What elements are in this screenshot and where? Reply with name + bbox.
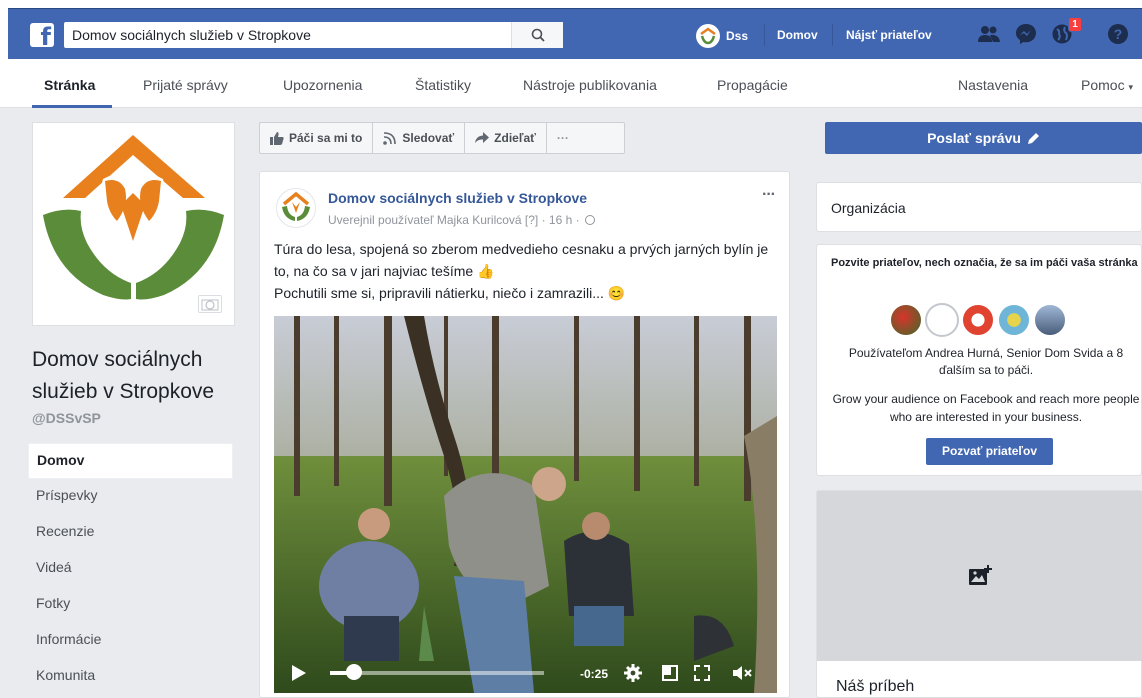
post-meta-text: Uverejnil používateľ Majka Kurilcová [?]…: [328, 213, 580, 227]
post-text-line: Pochutili sme si, pripravili nátierku, n…: [274, 285, 626, 301]
story-title: Náš príbeh: [836, 678, 915, 695]
picture-in-picture-icon[interactable]: [662, 665, 678, 681]
send-message-label: Poslať správu: [927, 130, 1021, 146]
profile-picture[interactable]: [32, 122, 235, 326]
share-button[interactable]: Zdieľať: [465, 123, 547, 153]
liked-by-text: Používateľom Andrea Hurná, Senior Dom Sv…: [848, 346, 1124, 377]
nav-divider: [764, 24, 765, 46]
nav-user-name: Dss: [726, 29, 749, 43]
fullscreen-icon[interactable]: [694, 665, 710, 681]
nav-profile-link[interactable]: Dss: [696, 24, 748, 48]
share-label: Zdieľať: [494, 131, 536, 145]
sidebar-item-community[interactable]: Komunita: [28, 659, 233, 695]
svg-text:?: ?: [1114, 26, 1123, 42]
video-progress-track[interactable]: [330, 671, 544, 675]
camera-icon[interactable]: [198, 295, 222, 313]
help-icon[interactable]: ?: [1106, 22, 1130, 46]
avatar: [696, 24, 720, 48]
video-scrubber-handle[interactable]: [345, 664, 362, 680]
thumbs-up-icon: [270, 131, 284, 145]
sidebar-item-reviews[interactable]: Recenzie: [28, 515, 233, 551]
sidebar-item-home[interactable]: Domov: [28, 443, 233, 479]
top-bar: f Dss Domov Nájsť priateľov 1 ?: [0, 0, 1142, 66]
story-card: Náš príbeh: [816, 490, 1142, 698]
add-story-photo-area[interactable]: [817, 491, 1142, 661]
avatar[interactable]: [961, 303, 995, 337]
post-card: Domov sociálnych služieb v Stropkove Uve…: [259, 171, 790, 698]
invite-friends-button[interactable]: Pozvať priateľov: [926, 438, 1053, 465]
post-author-link[interactable]: Domov sociálnych služieb v Stropkove: [328, 190, 587, 206]
tab-insights[interactable]: Štatistiky: [415, 77, 471, 93]
video-controls: -0:25: [274, 653, 777, 693]
search-button[interactable]: [511, 22, 563, 48]
avatar[interactable]: [1033, 303, 1067, 337]
friend-requests-icon[interactable]: [977, 22, 1001, 46]
send-message-button[interactable]: Poslať správu: [825, 122, 1142, 154]
sidebar-nav: Domov Príspevky Recenzie Videá Fotky Inf…: [28, 443, 233, 695]
follow-label: Sledovať: [402, 131, 455, 145]
tab-help[interactable]: Pomoc ▾: [1081, 77, 1133, 93]
facebook-logo-icon[interactable]: f: [30, 23, 54, 47]
tab-settings[interactable]: Nastavenia: [958, 77, 1028, 93]
more-actions-button[interactable]: ···: [547, 123, 579, 153]
tab-promotions[interactable]: Propagácie: [717, 77, 788, 93]
avatar[interactable]: [997, 303, 1031, 337]
messenger-icon[interactable]: [1014, 22, 1038, 46]
sidebar-item-videos[interactable]: Videá: [28, 551, 233, 587]
nav-find-friends-link[interactable]: Nájsť priateľov: [846, 28, 932, 42]
search-icon: [531, 28, 545, 42]
avatar[interactable]: [925, 303, 959, 337]
avatar[interactable]: [889, 303, 923, 337]
tab-help-label: Pomoc: [1081, 77, 1125, 93]
post-meta: Uverejnil používateľ Majka Kurilcová [?]…: [328, 213, 595, 227]
left-column: Domov sociálnych služieb v Stropkove @DS…: [20, 108, 246, 698]
volume-muted-icon[interactable]: [732, 665, 752, 681]
play-icon[interactable]: [292, 665, 306, 681]
page-tabs: Stránka Prijaté správy Upozornenia Štati…: [0, 66, 1142, 108]
sidebar-item-posts[interactable]: Príspevky: [28, 479, 233, 515]
pencil-icon: [1027, 132, 1039, 144]
sidebar-item-about[interactable]: Informácie: [28, 623, 233, 659]
video-frame-image: [274, 316, 777, 693]
invite-friends-card: Pozvite priateľov, nech označia, že sa i…: [816, 244, 1142, 476]
page-title: Domov sociálnych služieb v Stropkove: [32, 348, 215, 403]
follow-feed-icon: [383, 131, 397, 145]
search-input[interactable]: [72, 25, 512, 45]
tab-inbox[interactable]: Prijaté správy: [143, 77, 228, 93]
tab-publishing-tools[interactable]: Nástroje publikovania: [523, 77, 657, 93]
search-box[interactable]: [64, 22, 563, 48]
more-dots-icon: ···: [556, 131, 569, 145]
post-options-button[interactable]: ···: [762, 186, 776, 204]
organization-category[interactable]: Organizácia: [831, 200, 906, 216]
notification-badge: 1: [1068, 17, 1082, 32]
organization-card: Organizácia: [816, 182, 1142, 232]
like-button[interactable]: Páči sa mi to: [260, 123, 374, 153]
post-text-line: Túra do lesa, spojená so zberom medvedie…: [274, 241, 769, 279]
share-arrow-icon: [475, 132, 490, 143]
video-time-remaining: -0:25: [580, 667, 609, 681]
nav-home-link[interactable]: Domov: [777, 28, 818, 42]
like-label: Páči sa mi to: [289, 131, 363, 145]
tab-notifications[interactable]: Upozornenia: [283, 77, 362, 93]
tab-page[interactable]: Stránka: [44, 77, 95, 93]
post-author-avatar[interactable]: [276, 188, 316, 228]
page-action-bar: Páči sa mi to Sledovať Zdieľať ···: [259, 122, 625, 154]
settings-gear-icon[interactable]: [624, 664, 642, 682]
sidebar-item-photos[interactable]: Fotky: [28, 587, 233, 623]
grow-audience-text: Grow your audience on Facebook and reach…: [832, 392, 1140, 424]
follow-button[interactable]: Sledovať: [373, 123, 466, 153]
globe-privacy-icon[interactable]: [584, 215, 595, 225]
chevron-down-icon: ▾: [1128, 82, 1133, 92]
nav-divider: [832, 24, 833, 46]
page-handle[interactable]: @DSSvSP: [32, 410, 101, 426]
liked-by-avatars: [889, 303, 1067, 337]
add-photo-icon: [969, 565, 992, 585]
post-video[interactable]: -0:25: [274, 316, 777, 693]
post-text: Túra do lesa, spojená so zberom medvedie…: [274, 238, 779, 304]
invite-friends-title: Pozvite priateľov, nech označia, že sa i…: [831, 257, 1138, 269]
